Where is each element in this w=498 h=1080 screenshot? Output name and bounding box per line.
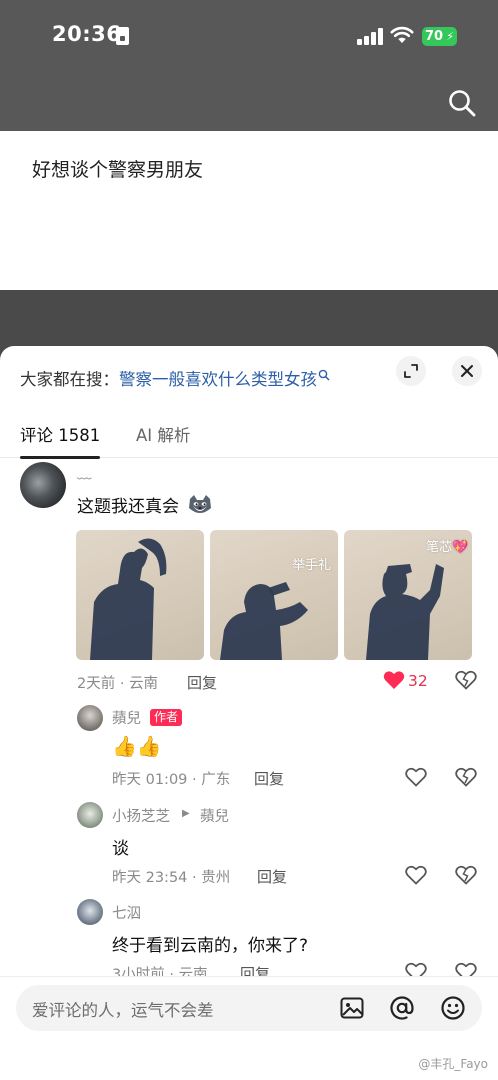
avatar[interactable] [77,705,103,731]
image-icon[interactable] [339,995,365,1021]
expand-button[interactable] [396,356,426,386]
comment-image[interactable]: 笔芯💖 [344,530,472,660]
tab-ai-analysis[interactable]: AI 解析 [136,422,190,446]
dog-emoji-icon [189,495,211,513]
signal-icon [357,28,383,45]
close-button[interactable] [452,356,482,386]
heart-icon[interactable] [383,670,405,690]
battery-indicator: 70 ⚡ [422,27,457,46]
comment-input[interactable]: 爱评论的人，运气不会差 [16,985,482,1031]
comment-sheet: 大家都在搜：警察一般喜欢什么类型女孩 评论 1581 AI 解析 ﹏ 这题我还真… [0,346,498,1080]
comment-image[interactable]: 举手礼 [210,530,338,660]
post-content: 好想谈个警察男朋友 [0,131,498,290]
heart-icon[interactable] [405,865,427,885]
reply-time: 昨天 23:54 [112,870,188,886]
comment-location: 云南 [129,676,159,692]
silhouette-heart-gesture [90,538,167,660]
dislike-heart-icon[interactable] [455,865,477,885]
reply-meta: 昨天 01:09 · 广东 [112,772,231,788]
dislike-heart-icon[interactable] [455,670,477,690]
expand-icon [404,364,418,378]
heart-icon[interactable] [405,767,427,787]
comment-tabs: 评论 1581 AI 解析 [0,416,498,459]
charging-icon: ⚡ [446,30,454,43]
comment-input-placeholder: 爱评论的人，运气不会差 [32,1001,214,1020]
status-time: 20:36 [52,22,122,46]
reply-meta: 昨天 23:54 · 贵州 [112,870,231,886]
reply-button[interactable]: 回复 [257,866,287,887]
avatar[interactable] [77,802,103,828]
mention-icon[interactable] [389,995,415,1021]
reply-text: 👍👍 [112,734,162,758]
reply-to-username[interactable]: 蘋兒 [200,805,229,826]
comment-meta: 2天前 · 云南 [77,676,159,692]
hot-search-label: 大家都在搜： [20,370,119,389]
silhouette-salute [220,582,308,660]
image-caption: 笔芯💖 [426,540,469,555]
hot-search-query[interactable]: 警察一般喜欢什么类型女孩 [119,370,317,389]
watermark: @丰孔_Fayo [418,1057,488,1071]
emoji-icon[interactable] [440,995,466,1021]
author-badge: 作者 [150,709,183,726]
reply-location: 广东 [201,772,231,788]
wifi-icon [390,26,414,43]
reply-text: 谈 [112,839,129,859]
like-count: 32 [408,672,428,690]
avatar[interactable] [20,462,66,508]
sim-card-icon [116,27,129,45]
dislike-heart-icon[interactable] [455,767,477,787]
reply-username[interactable]: 蘋兒 [112,707,141,728]
tab-comments[interactable]: 评论 1581 [20,422,101,459]
hot-search-bar[interactable]: 大家都在搜：警察一般喜欢什么类型女孩 [20,366,330,390]
reply-username[interactable]: 七泅 [112,902,141,923]
reply-location: 贵州 [201,870,231,886]
search-icon[interactable] [447,88,477,118]
close-icon [461,365,473,377]
comment-images: 举手礼 笔芯💖 [76,530,472,660]
reply-username[interactable]: 小扬芝芝 [112,805,170,826]
post-text: 好想谈个警察男朋友 [32,159,204,181]
status-bar: 20:36 70 ⚡ [0,0,498,72]
comment-image[interactable] [76,530,204,660]
search-icon [318,369,330,381]
reply-button[interactable]: 回复 [254,768,284,789]
comment-input-bar: 爱评论的人，运气不会差 @丰孔_Fayo [0,976,498,1080]
comment-time: 2天前 [77,676,116,692]
comment-username[interactable]: ﹏ [77,462,92,483]
reply-arrow-icon: ▶ [182,808,190,819]
reply-button[interactable]: 回复 [187,672,217,693]
battery-level: 70 [425,29,444,44]
image-caption: 举手礼 [292,558,332,573]
avatar[interactable] [77,899,103,925]
comment-text: 这题我还真会 [77,497,179,517]
top-bar: 20:36 70 ⚡ [0,0,498,131]
reply-time: 昨天 01:09 [112,772,188,788]
reply-text: 终于看到云南的，你来了? [112,936,309,956]
